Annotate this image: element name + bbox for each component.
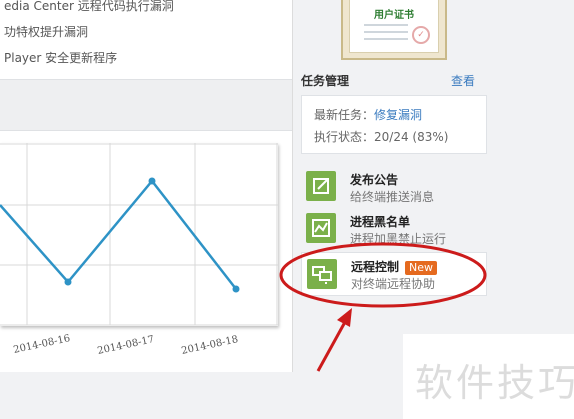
chart-grid — [0, 143, 278, 326]
series-layer — [0, 177, 240, 293]
remote-control-action[interactable]: 远程控制 New 对终端远程协助 — [301, 252, 487, 296]
status-label: 执行状态： — [314, 130, 375, 144]
view-link[interactable]: 查看 — [451, 72, 475, 89]
action-name: 进程黑名单 — [350, 215, 411, 229]
x-tick-label: 2014-08-18 — [180, 334, 240, 357]
news-item[interactable]: 功特权提升漏洞 — [4, 23, 88, 40]
edit-icon — [306, 171, 336, 201]
task-management-title: 任务管理 — [301, 74, 350, 88]
monitor-icon — [307, 259, 337, 289]
chart-svg — [0, 143, 278, 326]
latest-task-link[interactable]: 修复漏洞 — [374, 108, 422, 122]
chart-panel-header — [0, 79, 292, 131]
watermark-text: 软件技巧 — [415, 361, 574, 405]
new-badge: New — [405, 261, 438, 275]
news-list: edia Center 远程代码执行漏洞 功特权提升漏洞 Player 安全更新… — [0, 0, 292, 77]
news-item[interactable]: edia Center 远程代码执行漏洞 — [4, 0, 174, 14]
data-point[interactable] — [148, 177, 156, 185]
series-line — [0, 179, 237, 290]
status-value: 20/24 (83%) — [374, 130, 449, 144]
x-tick-label: 2014-08-16 — [12, 333, 72, 356]
action-desc: 对终端远程协助 — [351, 277, 436, 291]
latest-task-label: 最新任务： — [314, 108, 375, 122]
task-summary-box: 最新任务：修复漏洞 执行状态：20/24 (83%) — [301, 95, 487, 154]
certificate-title: 用户证书 — [374, 10, 414, 21]
seal-icon: ✓ — [412, 26, 430, 44]
watermark: 软件技巧 — [403, 334, 574, 419]
chart-blacklist-icon — [306, 213, 336, 243]
data-point[interactable] — [64, 278, 72, 286]
action-desc: 进程加黑禁止运行 — [350, 232, 447, 246]
certificate-image: 用户证书 ✓ — [341, 0, 447, 60]
news-item[interactable]: Player 安全更新程序 — [4, 49, 117, 66]
main-panel: edia Center 远程代码执行漏洞 功特权提升漏洞 Player 安全更新… — [0, 0, 293, 372]
x-tick-label: 2014-08-17 — [96, 334, 156, 357]
trend-chart — [0, 143, 278, 326]
process-blacklist-action[interactable]: 进程黑名单 进程加黑禁止运行 — [301, 209, 485, 251]
data-point[interactable] — [232, 285, 240, 293]
action-name: 远程控制 New — [351, 258, 438, 275]
action-desc: 给终端推送消息 — [350, 190, 435, 204]
publish-announcement-action[interactable]: 发布公告 给终端推送消息 — [301, 167, 485, 209]
action-name: 发布公告 — [350, 173, 399, 187]
